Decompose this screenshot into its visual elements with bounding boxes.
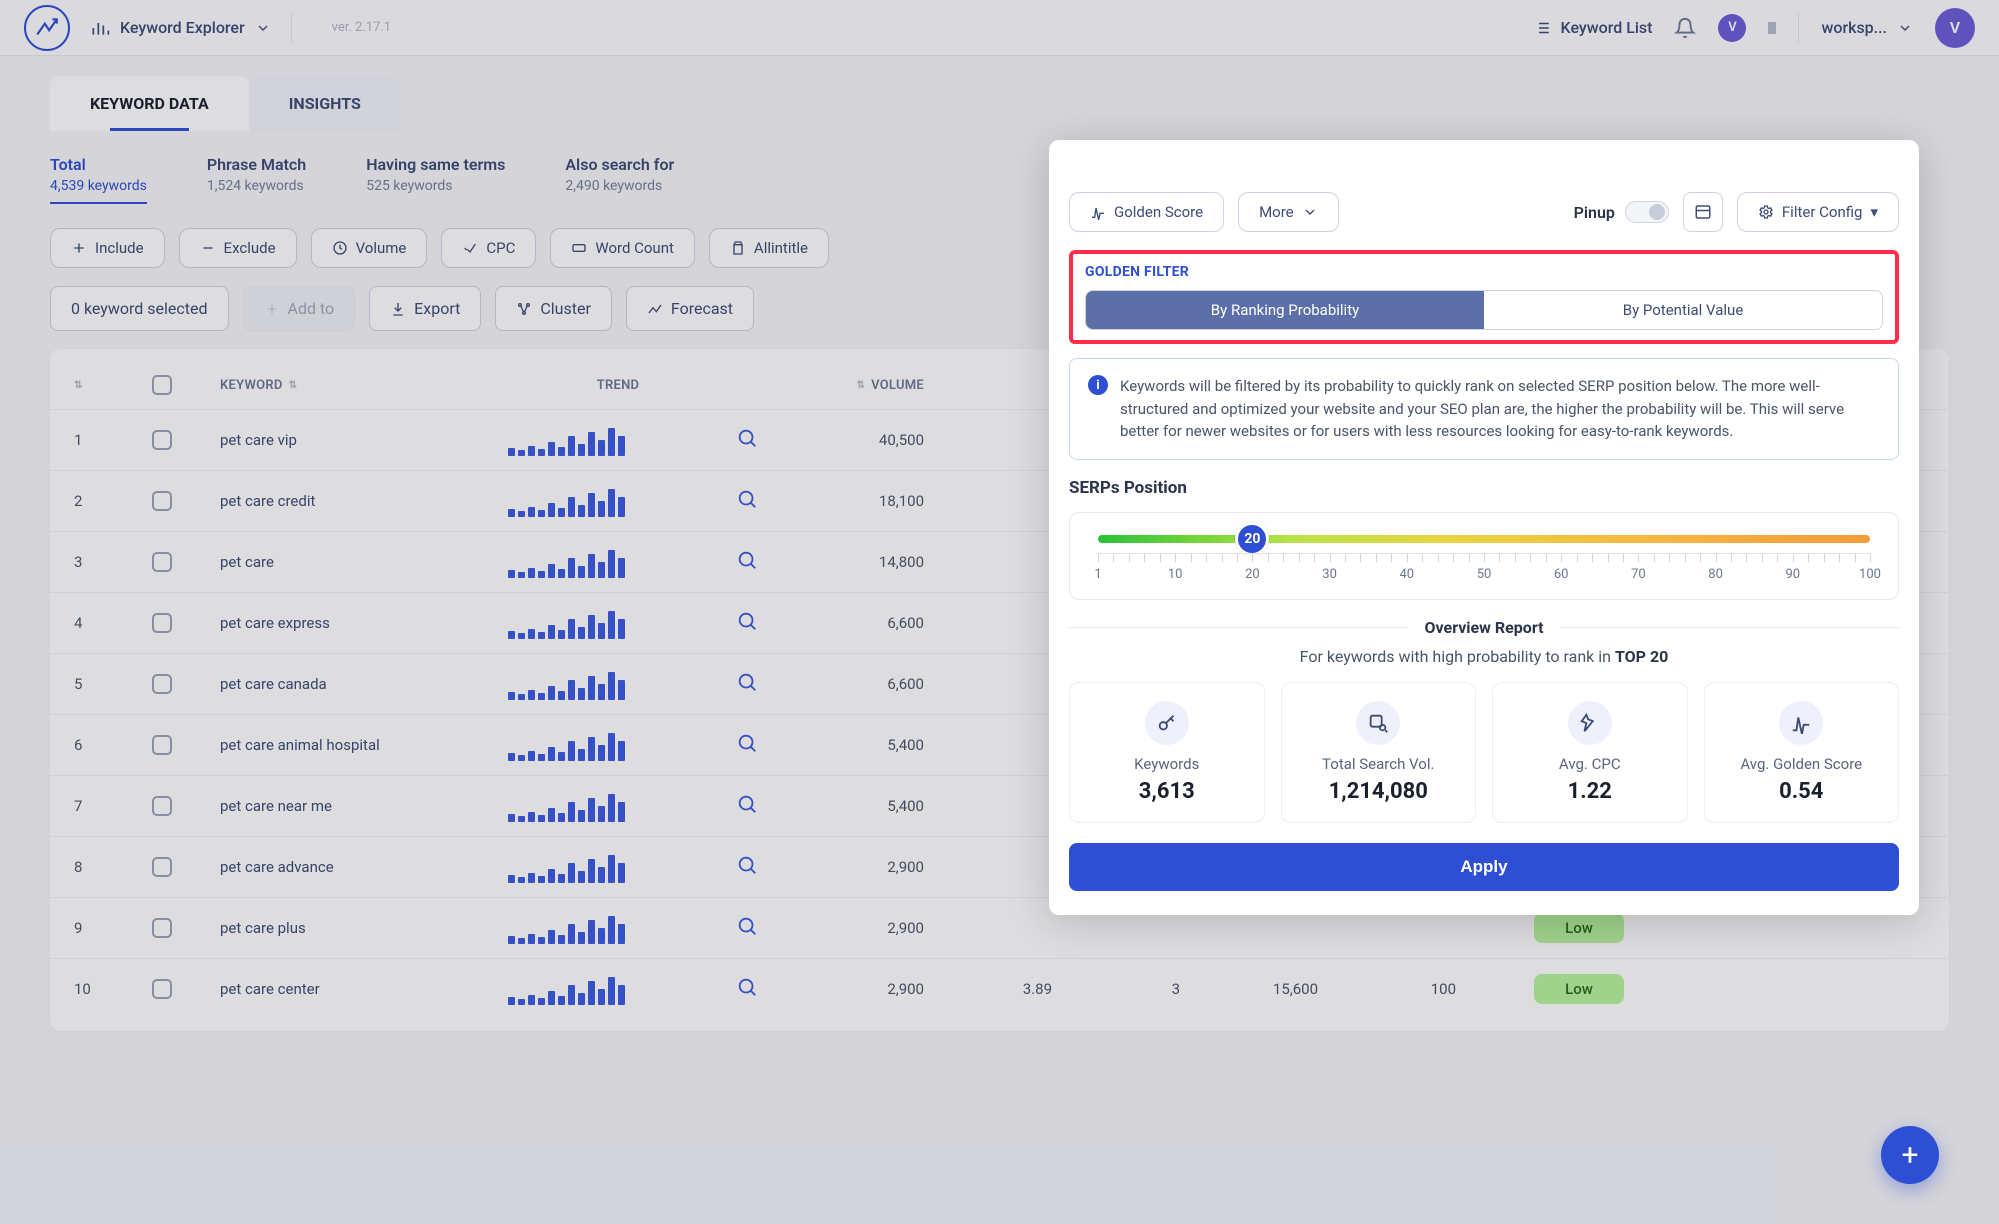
- overview-card: Total Search Vol. 1,214,080: [1281, 682, 1477, 823]
- golden-filter-title: GOLDEN FILTER: [1085, 264, 1883, 280]
- slider-tick-label: 30: [1322, 567, 1337, 582]
- apply-button[interactable]: Apply: [1069, 843, 1899, 891]
- slider-tick-label: 90: [1785, 567, 1800, 582]
- layout-icon-button[interactable]: [1683, 192, 1723, 232]
- more-label: More: [1259, 203, 1294, 221]
- filter-config-label: Filter Config: [1782, 203, 1863, 221]
- overview-divider: Overview Report: [1069, 618, 1899, 637]
- golden-filter-segment: By Ranking Probability By Potential Valu…: [1085, 290, 1883, 330]
- seg-ranking-probability[interactable]: By Ranking Probability: [1086, 291, 1484, 329]
- card-value: 1.22: [1503, 779, 1677, 804]
- info-text: Keywords will be filtered by its probabi…: [1120, 375, 1880, 443]
- overview-card: Avg. Golden Score 0.54: [1704, 682, 1900, 823]
- chevron-down-icon: [1302, 204, 1318, 220]
- slider-tick-label: 60: [1554, 567, 1569, 582]
- slider-tick-label: 80: [1708, 567, 1723, 582]
- overview-card: Avg. CPC 1.22: [1492, 682, 1688, 823]
- card-icon: [1145, 701, 1189, 745]
- overview-sub-pre: For keywords with high probability to ra…: [1300, 647, 1615, 666]
- golden-score-label: Golden Score: [1114, 203, 1203, 221]
- slider-tick-label: 10: [1168, 567, 1183, 582]
- card-label: Keywords: [1080, 755, 1254, 773]
- overview-card: Keywords 3,613: [1069, 682, 1265, 823]
- pinup-label: Pinup: [1574, 203, 1615, 222]
- overview-cards: Keywords 3,613 Total Search Vol. 1,214,080 A…: [1069, 682, 1899, 823]
- slider-tick-label: 50: [1477, 567, 1492, 582]
- card-label: Avg. CPC: [1503, 755, 1677, 773]
- overview-subtitle: For keywords with high probability to ra…: [1069, 647, 1899, 666]
- slider-tick-label: 1: [1094, 567, 1101, 582]
- card-value: 0.54: [1715, 779, 1889, 804]
- serp-slider[interactable]: 20: [1098, 535, 1870, 543]
- slider-tick-label: 100: [1859, 567, 1881, 582]
- overview-title: Overview Report: [1425, 618, 1544, 637]
- golden-filter-panel: Golden Score More Pinup Filter Config▾ G…: [1049, 140, 1919, 915]
- seg-potential-value[interactable]: By Potential Value: [1484, 291, 1882, 329]
- card-label: Total Search Vol.: [1292, 755, 1466, 773]
- serp-position-title: SERPs Position: [1069, 478, 1899, 498]
- slider-thumb[interactable]: 20: [1235, 522, 1269, 556]
- card-icon: [1779, 701, 1823, 745]
- slider-tick-label: 40: [1399, 567, 1414, 582]
- golden-score-button[interactable]: Golden Score: [1069, 192, 1224, 232]
- more-button[interactable]: More: [1238, 192, 1339, 232]
- slider-tick-label: 20: [1245, 567, 1260, 582]
- floating-add-button[interactable]: +: [1881, 1126, 1939, 1184]
- card-icon: [1568, 701, 1612, 745]
- overview-sub-strong: TOP 20: [1615, 647, 1668, 666]
- gear-icon: [1758, 204, 1774, 220]
- toggle-switch[interactable]: [1625, 201, 1669, 223]
- golden-filter-highlight: GOLDEN FILTER By Ranking Probability By …: [1069, 250, 1899, 344]
- slider-tick-label: 70: [1631, 567, 1646, 582]
- serp-slider-card: 20 1 10 20 30 40 50 60 70 80 90 100: [1069, 512, 1899, 600]
- card-icon: [1356, 701, 1400, 745]
- card-label: Avg. Golden Score: [1715, 755, 1889, 773]
- card-value: 1,214,080: [1292, 779, 1466, 804]
- slider-labels: 1102030405060708090100: [1098, 567, 1870, 585]
- pinup-toggle[interactable]: Pinup: [1574, 201, 1669, 223]
- filter-config-button[interactable]: Filter Config▾: [1737, 192, 1899, 232]
- card-value: 3,613: [1080, 779, 1254, 804]
- info-callout: i Keywords will be filtered by its proba…: [1069, 358, 1899, 460]
- info-icon: i: [1088, 375, 1108, 395]
